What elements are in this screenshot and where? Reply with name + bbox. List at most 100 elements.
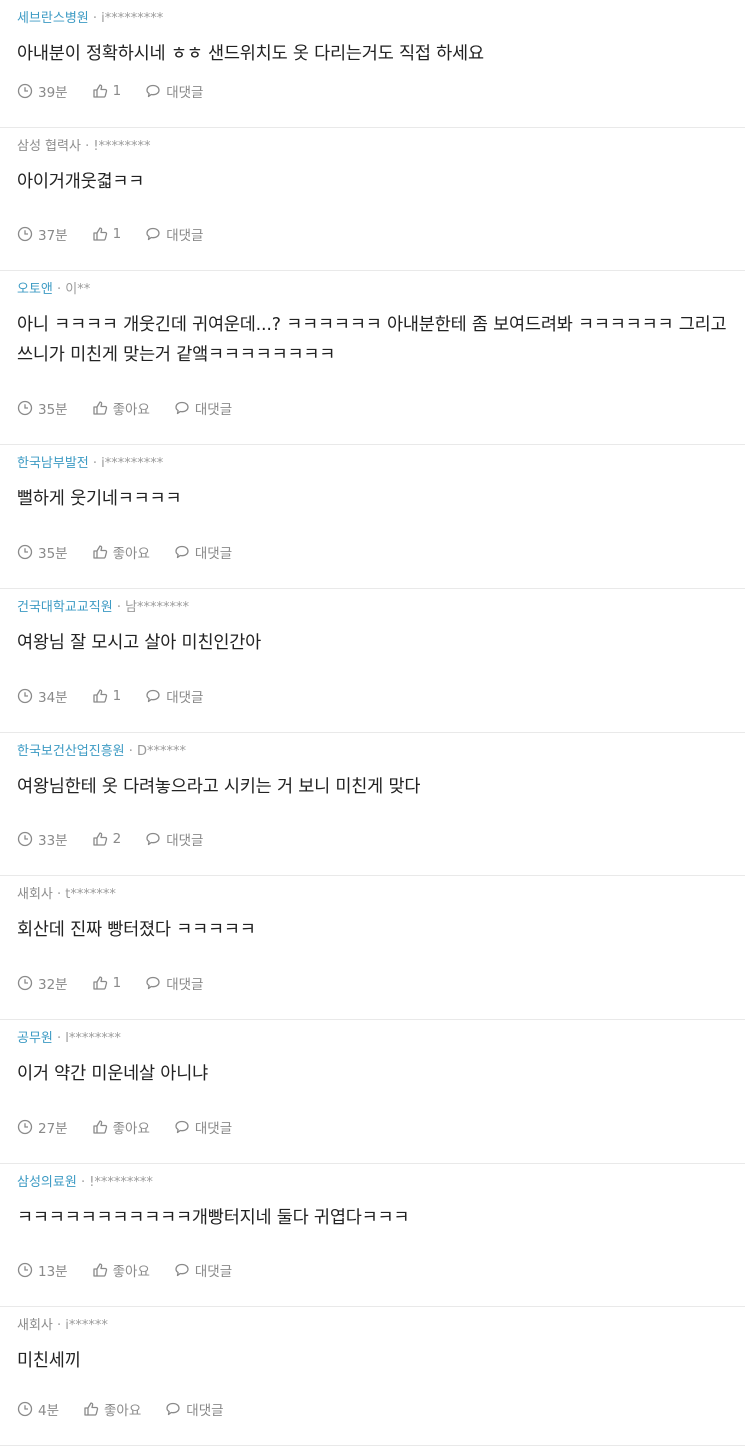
reply-button[interactable]: 대댓글: [145, 224, 203, 244]
company-name[interactable]: 한국보건산업진흥원: [17, 744, 125, 759]
reply-button[interactable]: 대댓글: [145, 829, 203, 849]
comment-meta: 공무원 · l********: [17, 1030, 728, 1048]
comment-actions: 35분 좋아요 대댓글: [17, 542, 256, 562]
thumbs-up-icon: [92, 544, 113, 560]
user-id: i*********: [101, 456, 164, 471]
like-button[interactable]: 1: [92, 226, 122, 242]
company-name[interactable]: 오토앤: [17, 282, 53, 297]
user-id: 이**: [65, 282, 91, 297]
like-count: 좋아요: [112, 402, 150, 418]
company-name[interactable]: 삼성 협력사: [17, 139, 81, 154]
time-text: 35분: [38, 546, 68, 562]
company-name[interactable]: 세브란스병원: [17, 11, 89, 26]
clock-icon: [17, 1401, 38, 1417]
comment-actions: 34분 1 대댓글: [17, 686, 227, 706]
thumbs-up-icon: [92, 226, 113, 242]
like-count: 좋아요: [104, 1403, 142, 1419]
comment-list: 세브란스병원 · i********* 아내분이 정확하시네 ㅎㅎ 샌드위치도 옷…: [0, 0, 745, 1446]
comment-text: 아니 ㅋㅋㅋㅋ 개웃긴데 귀여운데...? ㅋㅋㅋㅋㅋㅋ 아내분한테 좀 보여드…: [17, 315, 727, 365]
like-button[interactable]: 좋아요: [92, 1117, 150, 1137]
time-text: 13분: [38, 1264, 68, 1280]
like-button[interactable]: 좋아요: [92, 398, 150, 418]
like-count: 1: [112, 226, 122, 242]
meta-separator: ·: [124, 744, 138, 759]
like-button[interactable]: 2: [92, 831, 122, 847]
comment-actions: 13분 좋아요 대댓글: [17, 1260, 256, 1280]
like-button[interactable]: 1: [92, 688, 121, 704]
reply-button[interactable]: 대댓글: [145, 686, 203, 706]
company-name[interactable]: 건국대학교교직원: [17, 600, 113, 615]
comment-actions: 35분 좋아요 대댓글: [17, 398, 256, 418]
user-id: t*******: [65, 887, 116, 902]
clock-icon: [17, 1119, 38, 1135]
time-info: 35분: [17, 542, 68, 562]
reply-button[interactable]: 대댓글: [174, 1260, 232, 1280]
reply-label: 대댓글: [194, 1264, 233, 1280]
like-button[interactable]: 좋아요: [92, 1260, 150, 1280]
comment-meta: 삼성의료원 · !*********: [17, 1174, 728, 1192]
reply-label: 대댓글: [194, 546, 233, 562]
meta-separator: ·: [76, 1175, 90, 1190]
company-name[interactable]: 새회사: [17, 1318, 53, 1333]
comment-item: 한국보건산업진흥원 · D****** 여왕님한테 옷 다려놓으라고 시키는 거 …: [0, 733, 745, 876]
comment-actions: 39분 1 대댓글: [17, 81, 227, 101]
thumbs-up-icon: [92, 83, 113, 99]
like-button[interactable]: 좋아요: [83, 1399, 141, 1419]
like-button[interactable]: 1: [92, 975, 122, 991]
thumbs-up-icon: [92, 975, 113, 991]
thumbs-up-icon: [92, 400, 113, 416]
meta-separator: ·: [88, 11, 102, 26]
comment-item: 삼성 협력사 · !******** 아이거개웃겳ㅋㅋ 37분 1 대댓글: [0, 128, 745, 271]
time-text: 33분: [38, 833, 68, 849]
reply-button[interactable]: 대댓글: [174, 1117, 232, 1137]
thumbs-up-icon: [92, 688, 113, 704]
speech-bubble-icon: [174, 400, 195, 416]
comment-actions: 4분 좋아요 대댓글: [17, 1399, 248, 1419]
company-name[interactable]: 공무원: [17, 1031, 53, 1046]
clock-icon: [17, 831, 38, 847]
reply-button[interactable]: 대댓글: [145, 973, 203, 993]
speech-bubble-icon: [174, 1262, 195, 1278]
reply-label: 대댓글: [194, 402, 233, 418]
user-id: D******: [137, 744, 187, 759]
time-info: 13분: [17, 1260, 68, 1280]
time-text: 35분: [38, 402, 68, 418]
clock-icon: [17, 975, 38, 991]
company-name[interactable]: 한국남부발전: [17, 456, 89, 471]
comment-meta: 삼성 협력사 · !********: [17, 138, 728, 156]
company-name[interactable]: 삼성의료원: [17, 1175, 77, 1190]
meta-separator: ·: [52, 1318, 66, 1333]
time-text: 4분: [38, 1403, 60, 1419]
speech-bubble-icon: [145, 831, 166, 847]
user-id: l********: [65, 1031, 121, 1046]
reply-button[interactable]: 대댓글: [145, 81, 203, 101]
comment-actions: 33분 2 대댓글: [17, 829, 227, 849]
user-id: i******: [65, 1318, 108, 1333]
speech-bubble-icon: [174, 544, 195, 560]
thumbs-up-icon: [83, 1401, 104, 1417]
comment-item: 오토앤 · 이** 아니 ㅋㅋㅋㅋ 개웃긴데 귀여운데...? ㅋㅋㅋㅋㅋㅋ 아내…: [0, 271, 745, 445]
reply-button[interactable]: 대댓글: [165, 1399, 224, 1419]
comment-text: 아내분이 정확하시네 ㅎㅎ 샌드위치도 옷 다리는거도 직접 하세요: [17, 44, 484, 64]
reply-button[interactable]: 대댓글: [174, 398, 232, 418]
clock-icon: [17, 688, 38, 704]
like-count: 1: [112, 975, 122, 991]
time-info: 33분: [17, 829, 68, 849]
comment-actions: 37분 1 대댓글: [17, 224, 227, 244]
speech-bubble-icon: [145, 83, 166, 99]
speech-bubble-icon: [145, 975, 166, 991]
reply-button[interactable]: 대댓글: [174, 542, 232, 562]
thumbs-up-icon: [92, 831, 113, 847]
meta-separator: ·: [80, 139, 94, 154]
company-name[interactable]: 새회사: [17, 887, 53, 902]
time-text: 37분: [38, 228, 68, 244]
comment-actions: 27분 좋아요 대댓글: [17, 1117, 256, 1137]
comment-text: 미친세끼: [17, 1351, 81, 1371]
user-id: !*********: [89, 1175, 153, 1190]
reply-label: 대댓글: [166, 228, 204, 244]
comment-meta: 새회사 · i******: [17, 1317, 728, 1335]
like-button[interactable]: 1: [92, 83, 121, 99]
like-count: 2: [112, 831, 122, 847]
comment-meta: 건국대학교교직원 · 남********: [17, 599, 728, 617]
like-button[interactable]: 좋아요: [92, 542, 150, 562]
